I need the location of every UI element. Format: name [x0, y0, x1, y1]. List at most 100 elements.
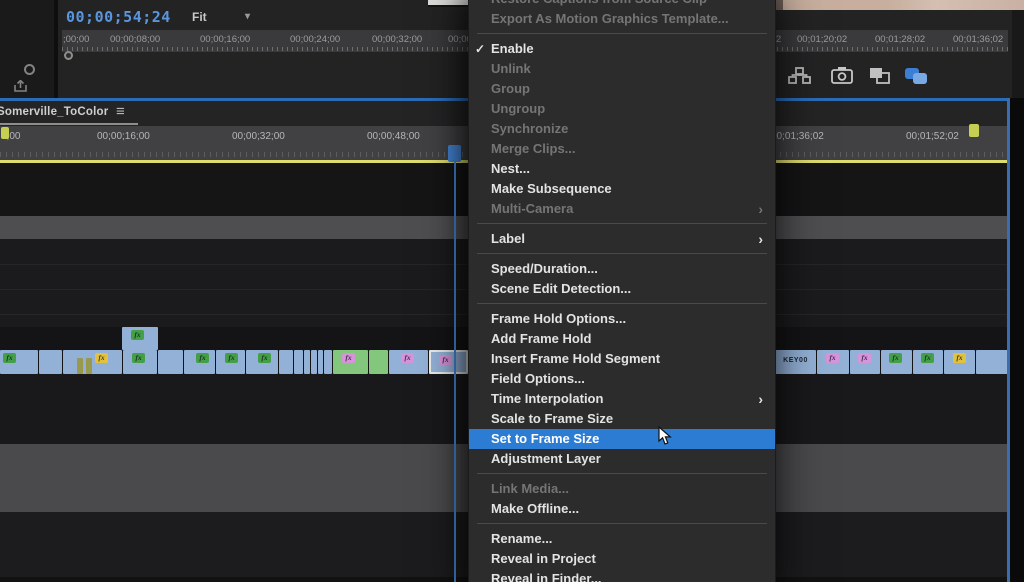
frame-tree-icon[interactable] — [788, 66, 812, 86]
playhead-line[interactable] — [454, 146, 456, 582]
menu-item-field-options[interactable]: Field Options... — [469, 369, 775, 389]
export-media-icon[interactable] — [13, 80, 28, 92]
timeline-clip[interactable] — [294, 350, 303, 374]
menu-item-adjustment-layer[interactable]: Adjustment Layer — [469, 449, 775, 469]
timeline-clip[interactable]: fx — [123, 350, 157, 374]
zoom-level-dropdown[interactable]: Fit ▾ — [192, 10, 256, 28]
menu-item-reveal-in-finder[interactable]: Reveal in Finder... — [469, 569, 775, 582]
menu-separator — [469, 219, 775, 229]
monitor-ruler-label: 00;01;28;02 — [875, 34, 926, 45]
menu-item-label: Merge Clips... — [491, 141, 576, 156]
monitor-ruler-label: 00;00;16;00 — [200, 34, 251, 45]
timeline-clip[interactable]: fx — [850, 350, 880, 374]
menu-item-rename[interactable]: Rename... — [469, 529, 775, 549]
menu-item-group: Group — [469, 79, 775, 99]
fx-badge-green: fx — [889, 353, 902, 363]
window-gutter — [1010, 98, 1024, 582]
multicam-toggle-icon[interactable] — [903, 66, 927, 86]
clip-name-label: KEY00 — [783, 357, 808, 364]
menu-item-link-media: Link Media... — [469, 479, 775, 499]
timeline-clip[interactable]: fx — [944, 350, 975, 374]
menu-item-label: Synchronize — [491, 121, 569, 136]
video-frame-edge — [428, 0, 470, 7]
timeline-clip[interactable] — [976, 350, 1008, 374]
fx-badge-yellow: fx — [95, 353, 108, 363]
menu-item-label: Scale to Frame Size — [491, 411, 614, 426]
timeline-clip[interactable]: fx — [817, 350, 849, 374]
timeline-ruler-label: 00;01;52;02 — [906, 131, 959, 142]
playhead-timecode[interactable]: 00;00;54;24 — [66, 8, 171, 26]
menu-separator — [469, 249, 775, 259]
menu-item-set-to-frame-size[interactable]: Set to Frame Size — [469, 429, 775, 449]
timeline-clip[interactable]: fx — [216, 350, 245, 374]
comparison-view-icon[interactable] — [868, 66, 892, 86]
menu-item-frame-hold-options[interactable]: Frame Hold Options... — [469, 309, 775, 329]
menu-item-label: Reveal in Project — [491, 551, 596, 566]
panel-menu-icon[interactable]: ≡ — [116, 103, 125, 120]
menu-item-label: Make Offline... — [491, 501, 580, 516]
menu-item-speed-duration[interactable]: Speed/Duration... — [469, 259, 775, 279]
timeline-tab[interactable]: Somerville_ToColor — [0, 106, 108, 118]
timeline-clip[interactable]: fx — [333, 350, 368, 374]
sequence-marker-left[interactable] — [1, 127, 9, 139]
clip-context-menu: Restore Captions from Source Clip Export … — [468, 0, 776, 582]
menu-item-label: Label — [491, 231, 525, 246]
menu-item-label: Field Options... — [491, 371, 585, 386]
timeline-clip[interactable]: fx — [246, 350, 278, 374]
menu-item-nest[interactable]: Nest... — [469, 159, 775, 179]
menu-item-scene-edit-detection[interactable]: Scene Edit Detection... — [469, 279, 775, 299]
menu-item-label: Speed/Duration... — [491, 261, 598, 276]
monitor-ruler-label: 00;01;36;02 — [953, 34, 1004, 45]
timeline-clip[interactable] — [369, 350, 388, 374]
menu-item-reveal-in-project[interactable]: Reveal in Project — [469, 549, 775, 569]
selected-clip[interactable]: fx — [429, 350, 468, 374]
timeline-clip[interactable] — [318, 350, 323, 374]
through-edit-mark — [86, 358, 92, 374]
menu-item-label: Nest... — [491, 161, 531, 176]
menu-item-enable[interactable]: ✓ Enable — [469, 39, 775, 59]
menu-item-label: Unlink — [491, 61, 531, 76]
menu-item-insert-frame-hold-segment[interactable]: Insert Frame Hold Segment — [469, 349, 775, 369]
checkmark-icon: ✓ — [475, 42, 486, 56]
menu-item-ungroup: Ungroup — [469, 99, 775, 119]
left-tool-strip — [0, 0, 58, 98]
fx-badge-green: fx — [225, 353, 238, 363]
menu-item-scale-to-frame-size[interactable]: Scale to Frame Size — [469, 409, 775, 429]
timeline-clip[interactable] — [158, 350, 183, 374]
menu-item-add-frame-hold[interactable]: Add Frame Hold — [469, 329, 775, 349]
menu-item-make-subsequence[interactable]: Make Subsequence — [469, 179, 775, 199]
timeline-clip[interactable]: fx — [63, 350, 122, 374]
menu-item-label: Set to Frame Size — [491, 431, 600, 446]
monitor-playhead-grip[interactable] — [64, 51, 73, 60]
record-circle-icon[interactable] — [24, 64, 35, 75]
menu-item-time-interpolation[interactable]: Time Interpolation › — [469, 389, 775, 409]
timeline-clip[interactable]: fx — [389, 350, 428, 374]
submenu-arrow-icon: › — [758, 201, 763, 217]
menu-item-label: Reveal in Finder... — [491, 571, 602, 582]
export-frame-camera-icon[interactable] — [831, 66, 855, 86]
timeline-clip[interactable] — [39, 350, 62, 374]
timeline-clip[interactable]: KEY00 — [775, 350, 816, 374]
timeline-clip[interactable] — [304, 350, 310, 374]
timeline-ruler-label: 00;00;16;00 — [97, 131, 150, 142]
fx-badge-green: fx — [258, 353, 271, 363]
timeline-clip[interactable]: fx — [0, 350, 38, 374]
sequence-marker-right[interactable] — [969, 124, 979, 137]
submenu-arrow-icon: › — [758, 391, 763, 407]
monitor-ruler-label: 00;00;08;00 — [110, 34, 161, 45]
timeline-clip[interactable]: fx — [913, 350, 943, 374]
menu-item-label: Insert Frame Hold Segment — [491, 351, 661, 366]
menu-item-merge-clips: Merge Clips... — [469, 139, 775, 159]
fx-badge-green: fx — [132, 353, 145, 363]
timeline-clip[interactable] — [324, 350, 332, 374]
timeline-clip[interactable]: fx — [122, 327, 158, 350]
timeline-clip[interactable]: fx — [881, 350, 912, 374]
panel-edge — [1012, 10, 1024, 98]
timeline-clip[interactable] — [279, 350, 293, 374]
timeline-clip[interactable]: fx — [184, 350, 215, 374]
menu-item-label[interactable]: Label › — [469, 229, 775, 249]
timeline-clip[interactable] — [311, 350, 317, 374]
menu-separator — [469, 299, 775, 309]
menu-item-label: Restore Captions from Source Clip — [491, 0, 707, 6]
menu-item-make-offline[interactable]: Make Offline... — [469, 499, 775, 519]
